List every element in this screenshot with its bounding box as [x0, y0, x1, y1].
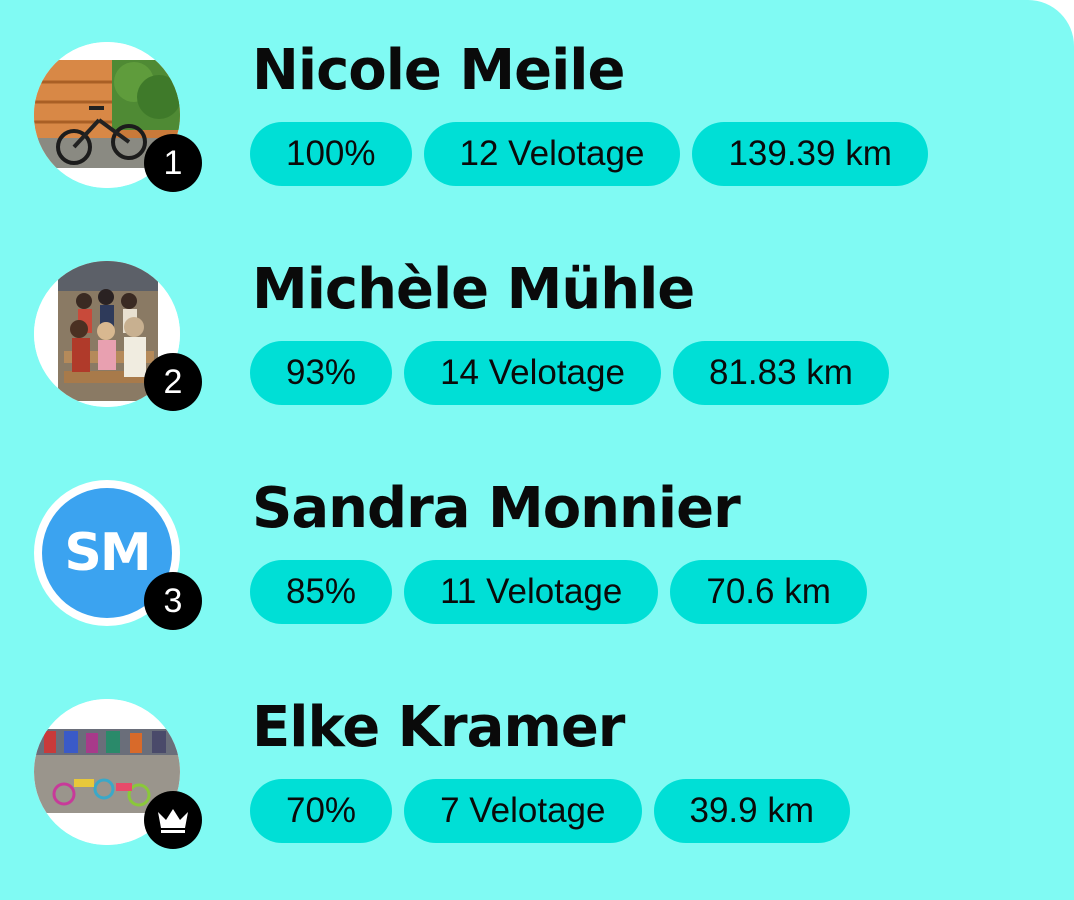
avatar-container: 1 — [34, 42, 202, 192]
stats-group: 70% 7 Velotage 39.9 km — [250, 779, 850, 843]
leaderboard-row[interactable]: 1 Nicole Meile 100% 12 Velotage 139.39 k… — [0, 0, 1074, 192]
rank-badge: 1 — [144, 134, 202, 192]
bike-days-pill: 14 Velotage — [404, 341, 661, 405]
rank-badge: 3 — [144, 572, 202, 630]
distance-pill: 81.83 km — [672, 341, 889, 405]
distance-pill: 70.6 km — [670, 560, 867, 624]
rank-badge: 2 — [144, 353, 202, 411]
percent-pill: 85% — [250, 560, 393, 624]
stats-group: 100% 12 Velotage 139.39 km — [250, 122, 928, 186]
leaderboard-row[interactable]: SM 3 Sandra Monnier 85% 11 Velotage 70.6… — [0, 438, 1074, 630]
percent-pill: 70% — [250, 779, 393, 843]
distance-pill: 39.9 km — [653, 779, 850, 843]
percent-pill: 100% — [250, 122, 412, 186]
participant-name: Nicole Meile — [252, 38, 625, 103]
percent-pill: 93% — [250, 341, 393, 405]
stats-group: 85% 11 Velotage 70.6 km — [250, 560, 867, 624]
avatar-container: 2 — [34, 261, 202, 411]
bike-days-pill: 7 Velotage — [404, 779, 642, 843]
crown-icon — [158, 809, 188, 833]
leaderboard-panel: 1 Nicole Meile 100% 12 Velotage 139.39 k… — [0, 0, 1074, 900]
avatar-container: SM 3 — [34, 480, 202, 630]
distance-pill: 139.39 km — [692, 122, 928, 186]
participant-name: Sandra Monnier — [252, 476, 741, 541]
leaderboard-row[interactable]: Elke Kramer 70% 7 Velotage 39.9 km — [0, 657, 1074, 849]
rank-badge — [144, 791, 202, 849]
participant-name: Michèle Mühle — [252, 257, 695, 322]
bike-days-pill: 12 Velotage — [423, 122, 681, 186]
leaderboard-row[interactable]: 2 Michèle Mühle 93% 14 Velotage 81.83 km — [0, 219, 1074, 411]
avatar-container — [34, 699, 202, 849]
participant-name: Elke Kramer — [252, 695, 625, 760]
stats-group: 93% 14 Velotage 81.83 km — [250, 341, 889, 405]
bike-days-pill: 11 Velotage — [404, 560, 659, 624]
